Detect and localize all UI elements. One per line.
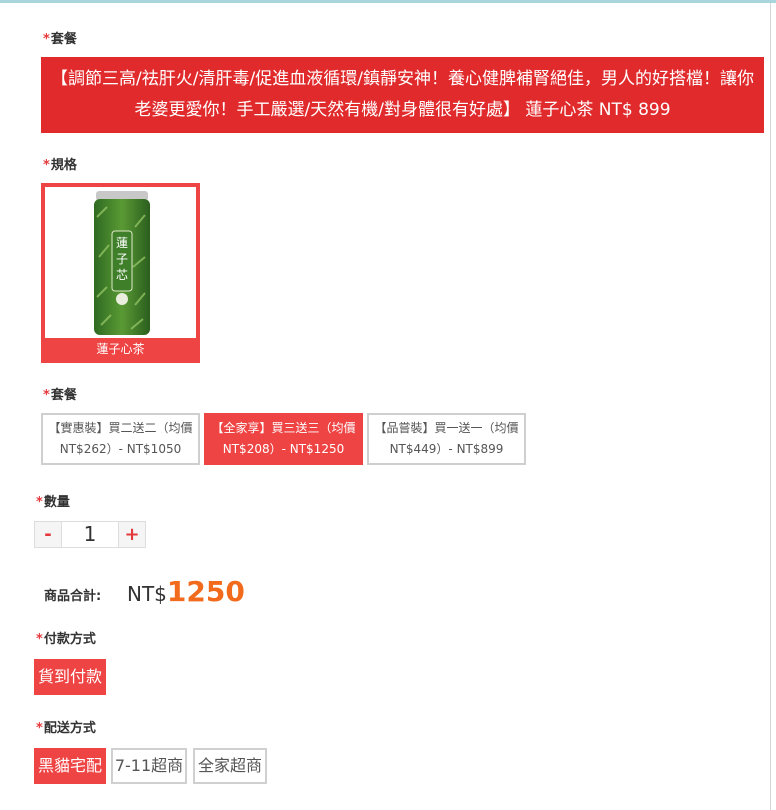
package-option-trial[interactable]: 【品嘗裝】買一送一（均價 NT$449）- NT$899	[367, 413, 526, 465]
tea-jar-icon: 蓮 子 芯	[94, 191, 150, 335]
product-image: 蓮 子 芯	[45, 187, 196, 338]
shipping-label: *配送方式	[36, 721, 96, 736]
svg-text:子: 子	[116, 252, 128, 266]
payment-label: *付款方式	[36, 632, 96, 647]
package-banner[interactable]: 【調節三高/祛肝火/清肝毒/促進血液循環/鎮靜安神！養心健脾補腎絕佳，男人的好搭…	[41, 57, 764, 133]
shipping-option-familymart[interactable]: 全家超商	[193, 748, 267, 784]
banner-line-2: 老婆更愛你！手工嚴選/天然有機/對身體很有好處】 蓮子心茶 NT$ 899	[134, 100, 671, 120]
package-top-label: *套餐	[43, 32, 77, 47]
spec-label: *規格	[43, 158, 77, 173]
total-label: 商品合計:	[44, 589, 102, 604]
shipping-option-711[interactable]: 7-11超商	[111, 748, 187, 784]
package-option-value[interactable]: 【實惠裝】買二送二（均價 NT$262）- NT$1050	[41, 413, 200, 465]
spec-caption: 蓮子心茶	[96, 342, 145, 356]
payment-option-cod[interactable]: 貨到付款	[34, 659, 106, 695]
svg-text:蓮: 蓮	[116, 236, 128, 250]
quantity-plus-button[interactable]: +	[119, 522, 145, 547]
top-border	[0, 0, 776, 3]
total-price: NT$1250	[127, 575, 245, 608]
right-divider	[770, 3, 771, 810]
package-label: *套餐	[43, 388, 77, 403]
spec-option-lotus-tea[interactable]: 蓮 子 芯 蓮子心茶	[41, 183, 200, 363]
quantity-label: *數量	[36, 495, 70, 510]
package-option-family[interactable]: 【全家享】買三送三（均價 NT$208）- NT$1250	[204, 413, 363, 465]
quantity-minus-button[interactable]: -	[35, 522, 61, 547]
banner-line-1: 【調節三高/祛肝火/清肝毒/促進血液循環/鎮靜安神！養心健脾補腎絕佳，男人的好搭…	[51, 69, 754, 89]
quantity-input[interactable]: 1	[61, 522, 119, 547]
shipping-option-blackcat[interactable]: 黑貓宅配	[34, 748, 106, 784]
quantity-stepper: - 1 +	[34, 521, 146, 548]
svg-text:芯: 芯	[116, 268, 128, 282]
